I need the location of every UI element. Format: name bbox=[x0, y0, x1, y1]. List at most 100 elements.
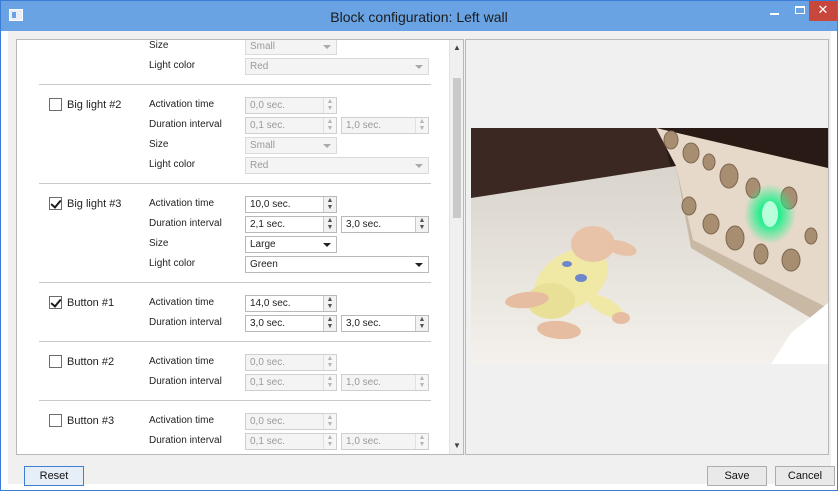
size-dropdown[interactable]: Small bbox=[245, 137, 337, 154]
reset-button[interactable]: Reset bbox=[24, 466, 84, 486]
scrollbar-thumb[interactable] bbox=[453, 78, 461, 218]
dropdown-value: Green bbox=[250, 259, 278, 270]
value-spinbox[interactable]: 0,0 sec. ▲ ▼ bbox=[245, 354, 337, 371]
value-spinbox[interactable]: 0,1 sec. ▲ ▼ bbox=[245, 117, 337, 134]
value-spinbox[interactable]: 10,0 sec. ▲ ▼ bbox=[245, 196, 337, 213]
enable-checkbox[interactable] bbox=[49, 197, 62, 210]
spin-arrows-icon[interactable]: ▲ ▼ bbox=[323, 217, 336, 232]
enable-checkbox[interactable] bbox=[49, 414, 62, 427]
item-checkbox-wrap[interactable]: Button #2 bbox=[49, 355, 114, 368]
setting-row: Size Small bbox=[39, 135, 431, 155]
setting-row: Light color Red bbox=[39, 155, 431, 175]
field-label: Size bbox=[149, 40, 169, 51]
dropdown-value: Small bbox=[250, 140, 276, 151]
setting-row: Big light #3 Activation time 10,0 sec. ▲ ▼ bbox=[39, 194, 431, 214]
field-label: Duration interval bbox=[149, 435, 222, 446]
spin-arrows-icon[interactable]: ▲ ▼ bbox=[415, 375, 428, 390]
settings-group: Button #2 Activation time 0,0 sec. ▲ ▼ Durati… bbox=[39, 342, 431, 401]
spinbox-value: 3,0 sec. bbox=[250, 318, 286, 329]
field-label: Activation time bbox=[149, 198, 215, 209]
item-checkbox-wrap[interactable]: Button #3 bbox=[49, 414, 114, 427]
enable-checkbox[interactable] bbox=[49, 296, 62, 309]
spinbox-value: 14,0 sec. bbox=[250, 298, 291, 309]
spinbox-value: 1,0 sec. bbox=[346, 436, 382, 447]
save-button[interactable]: Save bbox=[707, 466, 767, 486]
field-label: Activation time bbox=[149, 356, 215, 367]
chevron-down-icon bbox=[415, 263, 423, 267]
spinbox-value: 0,0 sec. bbox=[250, 357, 286, 368]
value-spinbox[interactable]: 14,0 sec. ▲ ▼ bbox=[245, 295, 337, 312]
chevron-up-icon[interactable]: ▲ bbox=[450, 40, 463, 56]
value-spinbox-max[interactable]: 1,0 sec. ▲ ▼ bbox=[341, 374, 429, 391]
item-checkbox-wrap[interactable]: Big light #2 bbox=[49, 98, 121, 111]
spin-arrows-icon[interactable]: ▲ ▼ bbox=[415, 217, 428, 232]
spinbox-value: 3,0 sec. bbox=[346, 318, 382, 329]
value-spinbox-max[interactable]: 1,0 sec. ▲ ▼ bbox=[341, 117, 429, 134]
value-spinbox[interactable]: 3,0 sec. ▲ ▼ bbox=[245, 315, 337, 332]
spin-arrows-icon[interactable]: ▲ ▼ bbox=[323, 197, 336, 212]
settings-list: Size Small Light color Red Big light #2 Activ… bbox=[39, 40, 431, 454]
light-color-dropdown[interactable]: Green bbox=[245, 256, 429, 273]
enable-checkbox[interactable] bbox=[49, 98, 62, 111]
camera-preview-image bbox=[471, 128, 828, 364]
value-spinbox[interactable]: 0,1 sec. ▲ ▼ bbox=[245, 374, 337, 391]
value-spinbox[interactable]: 0,0 sec. ▲ ▼ bbox=[245, 97, 337, 114]
spin-arrows-icon[interactable]: ▲ ▼ bbox=[323, 375, 336, 390]
vertical-scrollbar[interactable]: ▲ ▼ bbox=[449, 40, 463, 454]
field-label: Activation time bbox=[149, 415, 215, 426]
light-color-dropdown[interactable]: Red bbox=[245, 157, 429, 174]
field-label: Duration interval bbox=[149, 317, 222, 328]
value-spinbox[interactable]: 0,0 sec. ▲ ▼ bbox=[245, 413, 337, 430]
setting-row: Duration interval 3,0 sec. ▲ ▼ 3,0 sec. ▲ ▼ bbox=[39, 313, 431, 333]
item-checkbox-wrap[interactable]: Big light #3 bbox=[49, 197, 121, 210]
minimize-button[interactable] bbox=[761, 1, 787, 21]
setting-row: Duration interval 0,1 sec. ▲ ▼ 1,0 sec. ▲ ▼ bbox=[39, 115, 431, 135]
title-bar[interactable]: Block configuration: Left wall ✕ bbox=[1, 1, 837, 31]
spin-arrows-icon[interactable]: ▲ ▼ bbox=[415, 118, 428, 133]
spin-arrows-icon[interactable]: ▲ ▼ bbox=[323, 434, 336, 449]
setting-row: Duration interval 0,1 sec. ▲ ▼ 1,0 sec. ▲ ▼ bbox=[39, 431, 431, 451]
spin-arrows-icon[interactable]: ▲ ▼ bbox=[323, 355, 336, 370]
spin-arrows-icon[interactable]: ▲ ▼ bbox=[323, 118, 336, 133]
setting-row: Light color Red bbox=[39, 56, 431, 76]
value-spinbox-max[interactable]: 1,0 sec. ▲ ▼ bbox=[341, 433, 429, 450]
value-spinbox-max[interactable]: 3,0 sec. ▲ ▼ bbox=[341, 315, 429, 332]
spin-arrows-icon[interactable]: ▲ ▼ bbox=[323, 414, 336, 429]
spin-arrows-icon[interactable]: ▲ ▼ bbox=[415, 316, 428, 331]
settings-group: Button #3 Activation time 0,0 sec. ▲ ▼ Durati… bbox=[39, 401, 431, 454]
settings-group: Button #1 Activation time 14,0 sec. ▲ ▼ Durat… bbox=[39, 283, 431, 342]
chevron-down-icon bbox=[323, 45, 331, 49]
item-name-label: Button #3 bbox=[67, 414, 115, 427]
settings-panel: Size Small Light color Red Big light #2 Activ… bbox=[16, 39, 464, 455]
setting-row: Button #3 Activation time 0,0 sec. ▲ ▼ bbox=[39, 411, 431, 431]
spin-arrows-icon[interactable]: ▲ ▼ bbox=[323, 98, 336, 113]
spinbox-value: 2,1 sec. bbox=[250, 219, 286, 230]
spinbox-value: 3,0 sec. bbox=[346, 219, 382, 230]
window-title: Block configuration: Left wall bbox=[330, 9, 508, 25]
cancel-button[interactable]: Cancel bbox=[775, 466, 835, 486]
field-label: Size bbox=[149, 238, 169, 249]
spin-arrows-icon[interactable]: ▲ ▼ bbox=[323, 316, 336, 331]
close-button[interactable]: ✕ bbox=[809, 1, 837, 21]
spinbox-value: 1,0 sec. bbox=[346, 120, 382, 131]
item-checkbox-wrap[interactable]: Button #1 bbox=[49, 296, 114, 309]
chevron-down-icon[interactable]: ▼ bbox=[450, 438, 463, 454]
field-label: Duration interval bbox=[149, 119, 222, 130]
value-spinbox[interactable]: 0,1 sec. ▲ ▼ bbox=[245, 433, 337, 450]
settings-group: Big light #2 Activation time 0,0 sec. ▲ ▼ Dur… bbox=[39, 85, 431, 184]
size-dropdown[interactable]: Small bbox=[245, 40, 337, 55]
spin-arrows-icon[interactable]: ▲ ▼ bbox=[323, 296, 336, 311]
dialog-window: Block configuration: Left wall ✕ Size Sma… bbox=[0, 0, 838, 491]
size-dropdown[interactable]: Large bbox=[245, 236, 337, 253]
value-spinbox[interactable]: 2,1 sec. ▲ ▼ bbox=[245, 216, 337, 233]
field-label: Light color bbox=[149, 159, 196, 170]
enable-checkbox[interactable] bbox=[49, 355, 62, 368]
value-spinbox-max[interactable]: 3,0 sec. ▲ ▼ bbox=[341, 216, 429, 233]
minimize-icon bbox=[769, 13, 779, 15]
setting-row: Duration interval 0,1 sec. ▲ ▼ 1,0 sec. ▲ ▼ bbox=[39, 372, 431, 392]
preview-panel bbox=[465, 39, 829, 455]
setting-row: Button #1 Activation time 14,0 sec. ▲ ▼ bbox=[39, 293, 431, 313]
spin-arrows-icon[interactable]: ▲ ▼ bbox=[415, 434, 428, 449]
light-color-dropdown[interactable]: Red bbox=[245, 58, 429, 75]
dropdown-value: Red bbox=[250, 160, 269, 171]
